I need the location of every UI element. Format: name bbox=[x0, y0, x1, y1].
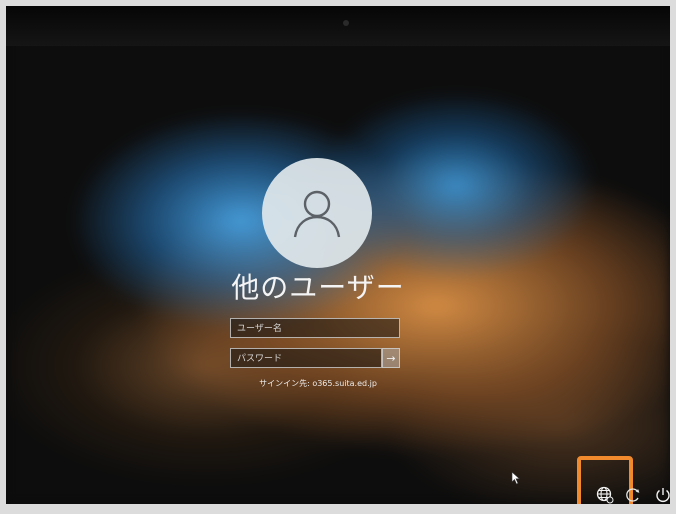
mouse-pointer-icon bbox=[511, 470, 521, 489]
user-avatar-icon bbox=[293, 190, 341, 238]
power-icon[interactable] bbox=[652, 484, 670, 504]
user-title: 他のユーザー bbox=[231, 271, 405, 304]
password-field[interactable]: パスワード bbox=[230, 348, 382, 368]
username-placeholder: ユーザー名 bbox=[237, 324, 282, 334]
webcam bbox=[343, 20, 349, 26]
login-screen: 他のユーザー ユーザー名 パスワード → サインイン先: o365.suita.… bbox=[6, 6, 670, 504]
ease-of-access-icon[interactable] bbox=[622, 484, 644, 504]
username-field[interactable]: ユーザー名 bbox=[230, 318, 400, 338]
signin-domain: サインイン先: o365.suita.ed.jp bbox=[259, 379, 377, 388]
laptop-bezel bbox=[6, 6, 670, 46]
user-avatar bbox=[262, 158, 372, 268]
network-globe-icon[interactable] bbox=[594, 484, 616, 504]
password-placeholder: パスワード bbox=[237, 354, 283, 364]
submit-button[interactable]: → bbox=[382, 348, 400, 368]
arrow-right-icon: → bbox=[386, 351, 396, 365]
